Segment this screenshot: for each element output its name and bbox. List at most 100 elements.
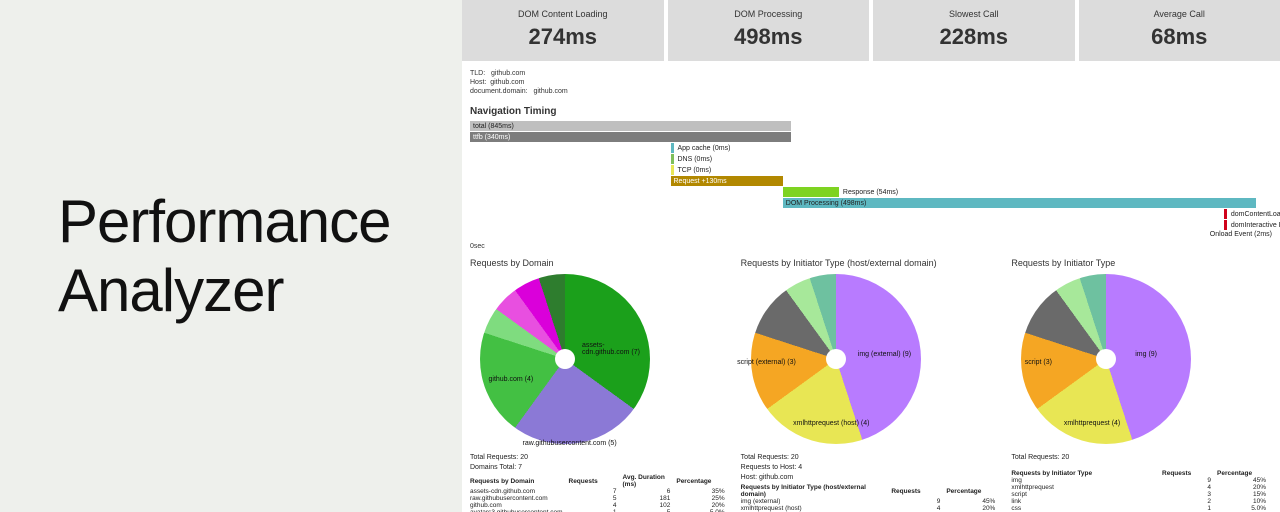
bar-tcp-label: TCP (0ms) <box>678 167 712 174</box>
col-header: Percentage <box>1217 470 1272 477</box>
metric-value: 228ms <box>873 24 1075 50</box>
data-table: Requests by Domain Requests Avg. Duratio… <box>470 474 731 512</box>
pie-domain: assets-cdn.github.com (7) github.com (4)… <box>480 274 650 444</box>
axis-label: 0sec <box>462 239 1280 254</box>
col-header: Requests <box>891 484 946 498</box>
col-header: Requests by Initiator Type (host/externa… <box>741 484 892 498</box>
title-line2: Analyzer <box>58 256 390 325</box>
table-header-row: Requests by Initiator Type (host/externa… <box>741 484 1002 498</box>
bar-domcontentloaded <box>1224 209 1227 219</box>
bar-response <box>783 187 839 197</box>
table-row: xmlhttprequest (host)420% <box>741 505 1002 512</box>
dashboard: DOM Content Loading 274ms DOM Processing… <box>462 0 1280 512</box>
nav-timing-title: Navigation Timing <box>462 102 1280 121</box>
doc-label: document.domain: <box>470 88 528 95</box>
host-info: TLD: github.com Host: github.com documen… <box>462 61 1280 102</box>
bar-domi-label: domInteractive Event (0ms) <box>1231 222 1280 229</box>
data-table: Requests by Initiator Type Requests Perc… <box>1011 470 1272 512</box>
table-header-row: Requests by Domain Requests Avg. Duratio… <box>470 474 731 488</box>
col-header: Percentage <box>946 484 1001 498</box>
chart-title: Requests by Initiator Type <box>1011 258 1272 268</box>
summary-line: Host: github.com <box>741 474 1002 481</box>
slice-label: raw.githubusercontent.com (5) <box>523 440 617 447</box>
bar-domc-label: domContentLoaded Event (4ms) <box>1231 211 1280 218</box>
table-row: github.com410220% <box>470 502 731 509</box>
table-row: script315% <box>1011 491 1272 498</box>
table-initiator-he: Total Requests: 20 Requests to Host: 4 H… <box>741 454 1002 512</box>
host-label: Host: <box>470 79 486 86</box>
metrics-row: DOM Content Loading 274ms DOM Processing… <box>462 0 1280 61</box>
summary-line: Requests to Host: 4 <box>741 464 1002 471</box>
metric-slowest-call: Slowest Call 228ms <box>873 0 1075 61</box>
bar-dominteractive <box>1224 220 1227 230</box>
host-value: github.com <box>490 79 524 86</box>
slice-label: script (3) <box>1025 359 1052 366</box>
pie-initiator: img (9) xmlhttprequest (4) script (3) <box>1021 274 1191 444</box>
bar-ttfb: ttfb (340ms) <box>470 132 791 142</box>
metric-label: Slowest Call <box>873 9 1075 19</box>
title-line1: Performance <box>58 187 390 256</box>
slice-label: github.com (4) <box>489 376 534 383</box>
table-header-row: Requests by Initiator Type Requests Perc… <box>1011 470 1272 477</box>
slice-label: xmlhttprequest (host) (4) <box>793 420 869 427</box>
slice-label: img (external) (9) <box>858 351 911 358</box>
bar-response-label: Response (54ms) <box>843 189 898 196</box>
table-row: img (external)945% <box>741 498 1002 505</box>
summary-line: Total Requests: 20 <box>470 454 731 461</box>
summary-tables: Total Requests: 20 Domains Total: 7 Requ… <box>462 444 1280 512</box>
pie-initiator-he: img (external) (9) xmlhttprequest (host)… <box>751 274 921 444</box>
metric-value: 498ms <box>668 24 870 50</box>
table-row: css15.0% <box>1011 505 1272 512</box>
table-row: img945% <box>1011 477 1272 484</box>
metric-average-call: Average Call 68ms <box>1079 0 1280 61</box>
bar-dom: DOM Processing (498ms) <box>783 198 1256 208</box>
slice-label: xmlhttprequest (4) <box>1064 420 1120 427</box>
col-header: Requests by Initiator Type <box>1011 470 1162 477</box>
summary-line: Total Requests: 20 <box>1011 454 1272 461</box>
chart-requests-by-initiator: Requests by Initiator Type img (9) xmlht… <box>1011 258 1272 444</box>
metric-label: Average Call <box>1079 9 1280 19</box>
bar-onload-label: Onload Event (2ms) <box>1210 231 1272 238</box>
bar-tcp <box>671 165 674 175</box>
table-row: assets-cdn.github.com7635% <box>470 488 731 495</box>
summary-line: Total Requests: 20 <box>741 454 1002 461</box>
table-row: xmlhttprequest420% <box>1011 484 1272 491</box>
col-header: Percentage <box>676 474 730 488</box>
tld-value: github.com <box>491 70 525 77</box>
chart-requests-by-initiator-he: Requests by Initiator Type (host/externa… <box>741 258 1002 444</box>
slice-label: script (external) (3) <box>737 359 796 366</box>
bar-total: total (845ms) <box>470 121 791 131</box>
nav-timing-chart: total (845ms) ttfb (340ms) App cache (0m… <box>462 121 1280 239</box>
title-pane: Performance Analyzer <box>0 0 462 512</box>
col-header: Avg. Duration (ms) <box>623 474 677 488</box>
table-row: raw.githubusercontent.com518125% <box>470 495 731 502</box>
metric-dom-processing: DOM Processing 498ms <box>668 0 870 61</box>
metric-dom-content-loading: DOM Content Loading 274ms <box>462 0 664 61</box>
chart-title: Requests by Domain <box>470 258 731 268</box>
bar-dns <box>671 154 674 164</box>
slice-label: img (9) <box>1135 351 1157 358</box>
tld-label: TLD: <box>470 70 485 77</box>
col-header: Requests <box>1162 470 1217 477</box>
metric-value: 274ms <box>462 24 664 50</box>
doc-value: github.com <box>533 88 567 95</box>
pie-charts-row: Requests by Domain assets-cdn.github.com… <box>462 254 1280 444</box>
metric-label: DOM Content Loading <box>462 9 664 19</box>
pie-hole <box>555 349 575 369</box>
bar-dns-label: DNS (0ms) <box>678 156 713 163</box>
table-initiator: Total Requests: 20 Requests by Initiator… <box>1011 454 1272 512</box>
chart-title: Requests by Initiator Type (host/externa… <box>741 258 1002 268</box>
pie-hole <box>1096 349 1116 369</box>
metric-label: DOM Processing <box>668 9 870 19</box>
page-title: Performance Analyzer <box>58 187 390 325</box>
slice-label: assets-cdn.github.com (7) <box>582 342 650 356</box>
table-row: link210% <box>1011 498 1272 505</box>
metric-value: 68ms <box>1079 24 1280 50</box>
bar-appcache <box>671 143 674 153</box>
pie-hole <box>826 349 846 369</box>
bar-request: Request +130ms <box>671 176 783 186</box>
col-header: Requests by Domain <box>470 474 569 488</box>
col-header: Requests <box>569 474 623 488</box>
data-table: Requests by Initiator Type (host/externa… <box>741 484 1002 512</box>
table-domain: Total Requests: 20 Domains Total: 7 Requ… <box>470 454 731 512</box>
